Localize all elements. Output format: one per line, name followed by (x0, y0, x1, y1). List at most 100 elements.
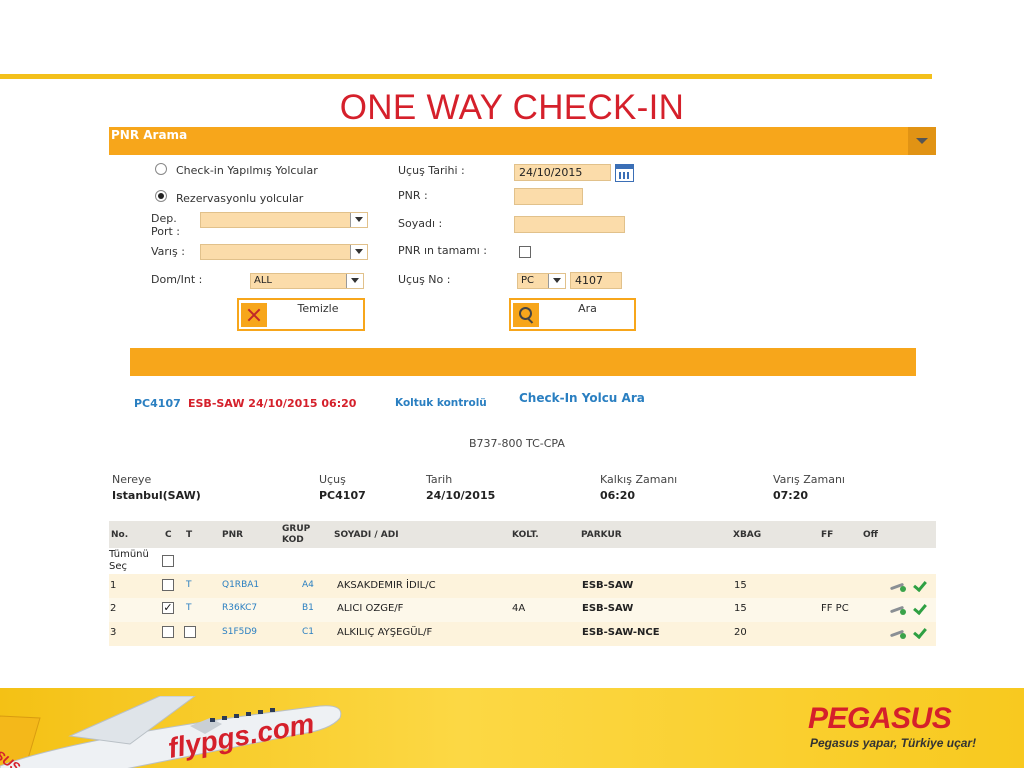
top-rule (0, 74, 932, 79)
pnr-search-panel-header: PNR Arama (109, 127, 936, 155)
row-pnr[interactable]: Q1RBA1 (222, 580, 259, 590)
add-flight-icon[interactable] (890, 603, 906, 615)
surname-label: Soyadı : (398, 217, 443, 230)
row-checkin-checkbox[interactable]: ✓ (162, 602, 174, 614)
row-group: A4 (302, 580, 314, 590)
col-no: No. (111, 530, 129, 540)
slide: ONE WAY CHECK-IN PNR Arama Check-in Yapı… (0, 0, 1024, 768)
col-off: Off (863, 530, 878, 540)
search-button-label: Ara (578, 302, 597, 315)
brand-logo-text: PEGASUS (808, 702, 952, 735)
carrier-value: PC (521, 275, 535, 286)
row-t[interactable]: T (186, 603, 192, 613)
passenger-table-header: No. C T PNR GRUP KOD SOYADI / ADI KOLT. … (109, 521, 936, 548)
dep-time-value: 06:20 (600, 489, 636, 502)
row-seat: 4A (512, 603, 526, 614)
col-group: GRUP (282, 524, 311, 534)
col-seat: KOLT. (512, 530, 539, 540)
row-group: B1 (302, 603, 314, 613)
flight-code: PC4107 (134, 397, 181, 410)
brand-slogan: Pegasus yapar, Türkiye uçar! (810, 736, 977, 750)
row-name: ALICI OZGE/F (337, 603, 404, 614)
col-xbag: XBAG (733, 530, 762, 540)
row-ff: FF PC (821, 603, 849, 614)
chevron-down-icon (350, 213, 367, 227)
row-no: 1 (110, 580, 117, 591)
row-no: 2 (110, 603, 117, 614)
radio-checked-in[interactable] (155, 163, 167, 175)
slide-title: ONE WAY CHECK-IN (339, 88, 685, 127)
seat-check-link[interactable]: Koltuk kontrolü (395, 397, 487, 409)
dep-port-select[interactable] (200, 212, 368, 228)
date-label: Tarih (426, 473, 453, 486)
pnr-full-label: PNR ın tamamı : (398, 244, 488, 257)
row-no: 3 (110, 627, 117, 638)
select-all-label: Tümünü (109, 549, 149, 560)
clear-button[interactable]: Temizle (237, 298, 365, 331)
select-all-checkbox[interactable] (162, 555, 174, 567)
pnr-full-checkbox[interactable] (519, 246, 531, 258)
checkmark-icon[interactable] (912, 579, 926, 591)
radio-reservations[interactable] (155, 190, 167, 202)
flight-date-label: Uçuş Tarihi : (398, 164, 465, 177)
row-name: AKSAKDEMIR İDIL/C (337, 580, 436, 591)
dep-time-label: Kalkış Zamanı (600, 473, 678, 486)
calendar-icon[interactable] (615, 164, 634, 182)
flight-label: Uçuş (319, 473, 346, 486)
col-t: T (186, 530, 193, 540)
chevron-down-icon (350, 245, 367, 259)
dom-int-value: ALL (254, 275, 272, 286)
flight-date-input[interactable]: 24/10/2015 (514, 164, 611, 181)
col-route: PARKUR (581, 530, 622, 540)
collapse-arrow-icon[interactable] (908, 127, 936, 155)
chevron-down-icon (346, 274, 363, 288)
dom-int-select[interactable]: ALL (250, 273, 364, 289)
checkmark-icon[interactable] (912, 602, 926, 614)
dest-label: Nereye (112, 473, 152, 486)
row-name: ALKILIÇ AYŞEGÜL/F (337, 627, 433, 638)
panel-title: PNR Arama (111, 128, 188, 142)
flight-no-input[interactable]: 4107 (570, 272, 622, 289)
checkmark-icon[interactable] (912, 626, 926, 638)
date-value: 24/10/2015 (426, 489, 496, 502)
row-checkin-checkbox[interactable] (162, 626, 174, 638)
arrival-label: Varış : (151, 245, 185, 258)
row-pnr[interactable]: R36KC7 (222, 603, 257, 613)
add-flight-icon[interactable] (890, 580, 906, 592)
results-bar (130, 348, 916, 376)
flight-value: PC4107 (319, 489, 366, 502)
row-route: ESB-SAW-NCE (582, 627, 660, 638)
surname-input[interactable] (514, 216, 625, 233)
row-t[interactable]: T (186, 580, 192, 590)
radio-checked-in-label: Check-in Yapılmış Yolcular (176, 164, 318, 177)
row-t-checkbox[interactable] (184, 626, 196, 638)
search-button[interactable]: Ara (509, 298, 636, 331)
row-pnr[interactable]: S1F5D9 (222, 627, 257, 637)
col-ff: FF (821, 530, 834, 540)
clear-button-label: Temizle (297, 302, 339, 315)
arr-time-value: 07:20 (773, 489, 809, 502)
add-flight-icon[interactable] (890, 627, 906, 639)
carrier-select[interactable]: PC (517, 273, 566, 289)
col-pnr: PNR (222, 530, 244, 540)
dep-port-label: Dep. (151, 212, 177, 225)
dest-value: Istanbul(SAW) (112, 489, 201, 502)
dom-int-label: Dom/Int : (151, 273, 203, 286)
chevron-down-icon (548, 274, 565, 288)
pnr-input[interactable] (514, 188, 583, 205)
flight-no-label: Uçuş No : (398, 273, 451, 286)
pnr-label: PNR : (398, 189, 428, 202)
arrival-select[interactable] (200, 244, 368, 260)
row-xbag: 15 (734, 603, 747, 614)
select-all-label-2: Seç (109, 561, 127, 572)
row-group: C1 (302, 627, 315, 637)
row-xbag: 15 (734, 580, 747, 591)
row-checkin-checkbox[interactable] (162, 579, 174, 591)
row-route: ESB-SAW (582, 603, 634, 614)
row-route: ESB-SAW (582, 580, 634, 591)
flight-route-datetime: ESB-SAW 24/10/2015 06:20 (188, 397, 357, 410)
airplane-image: flypgs.com PEGASUS (0, 696, 342, 768)
search-passenger-link[interactable]: Check-In Yolcu Ara (519, 391, 645, 405)
col-c: C (165, 530, 172, 540)
arr-time-label: Varış Zamanı (773, 473, 845, 486)
